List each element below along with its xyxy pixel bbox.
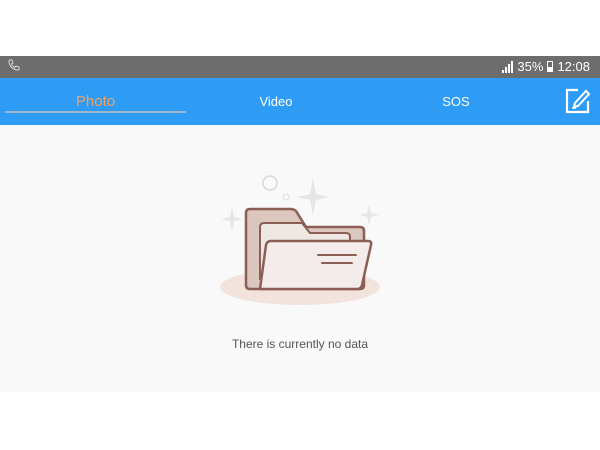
empty-state-message: There is currently no data [231, 337, 369, 351]
status-bar: 35% 12:08 [0, 56, 600, 78]
edit-icon [565, 88, 591, 114]
content-area: There is currently no data [0, 125, 600, 392]
edit-button[interactable] [562, 86, 592, 116]
empty-folder-icon [220, 175, 380, 305]
phone-icon [8, 59, 20, 74]
tab-photo[interactable]: Photo [5, 78, 186, 125]
battery-percentage: 35% [517, 59, 544, 74]
tab-video[interactable]: Video [186, 78, 366, 125]
tab-bar: Photo Video SOS [0, 78, 600, 125]
battery-icon [547, 61, 554, 72]
clock: 12:08 [557, 59, 590, 74]
status-right: 35% 12:08 [502, 59, 590, 74]
active-tab-indicator [5, 111, 186, 113]
tab-sos[interactable]: SOS [366, 78, 546, 125]
signal-icon [502, 60, 514, 73]
